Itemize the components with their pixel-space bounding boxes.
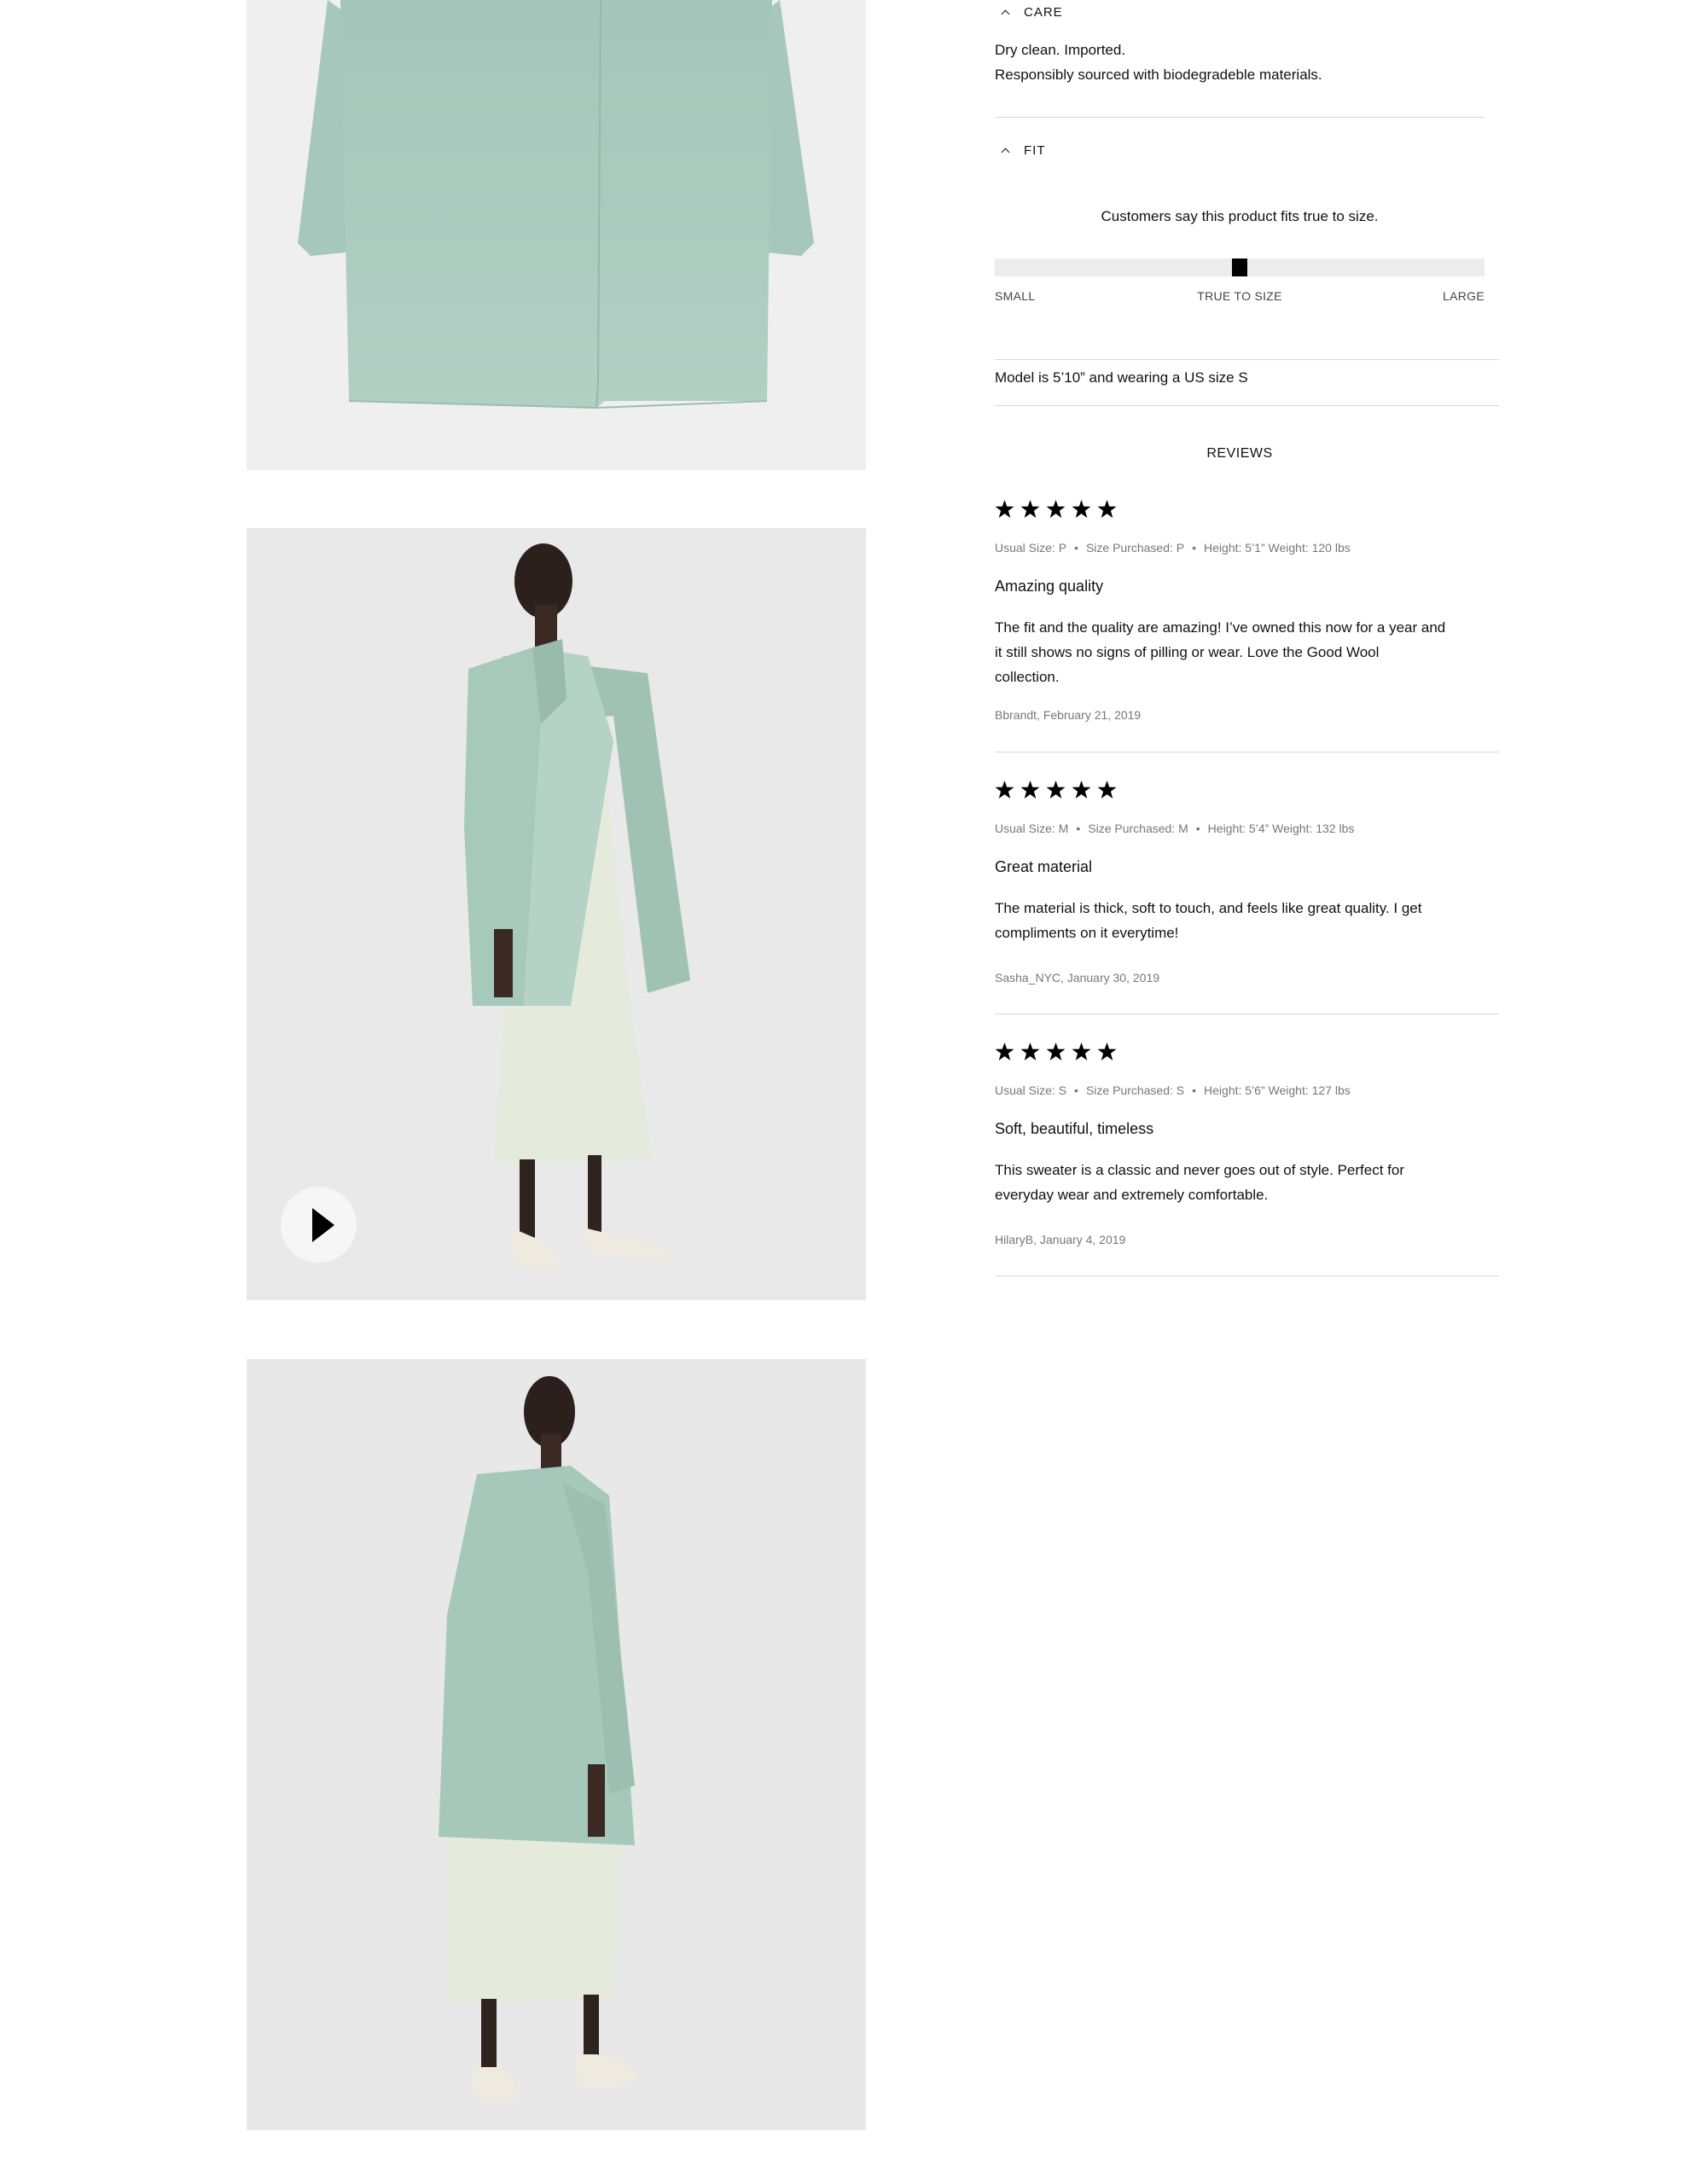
- fit-label-small: SMALL: [995, 289, 1036, 303]
- review-title: Great material: [995, 858, 1093, 875]
- review-title: Soft, beautiful, timeless: [995, 1120, 1154, 1137]
- fit-scale-track: [995, 258, 1485, 276]
- review-item: Usual Size: M • Size Purchased: M • Height: …: [995, 781, 1499, 985]
- divider: [995, 117, 1485, 118]
- reviews-heading: REVIEWS: [1206, 446, 1273, 461]
- size-purchased: Size Purchased: M: [1088, 822, 1188, 835]
- height-weight: Height: 5’1” Weight: 120 lbs: [1204, 541, 1351, 555]
- review-title: Amazing quality: [995, 578, 1104, 595]
- star-icon: [1020, 500, 1040, 518]
- star-rating: [995, 781, 1499, 799]
- model-size-note: Model is 5’10” and wearing a US size S: [995, 369, 1248, 386]
- star-icon: [1072, 781, 1091, 799]
- care-details: Dry clean. Imported. Responsibly sourced…: [995, 38, 1322, 87]
- care-line: Responsibly sourced with biodegradeble m…: [995, 67, 1322, 83]
- divider: [995, 1275, 1499, 1276]
- divider: [995, 405, 1499, 406]
- separator-dot: •: [1076, 822, 1081, 835]
- fit-label-true-to-size: TRUE TO SIZE: [1197, 289, 1282, 303]
- star-rating: [995, 1043, 1499, 1061]
- star-icon: [995, 1043, 1014, 1060]
- star-rating: [995, 500, 1499, 519]
- fit-scale-indicator: [1232, 258, 1247, 276]
- fit-label-large: LARGE: [1443, 289, 1485, 303]
- separator-dot: •: [1192, 541, 1197, 555]
- review-meta: Usual Size: M • Size Purchased: M • Height: …: [995, 822, 1354, 835]
- usual-size: Usual Size: S: [995, 1083, 1067, 1097]
- chevron-up-icon: [1002, 147, 1010, 155]
- chevron-up-icon: [1002, 9, 1010, 17]
- review-item: Usual Size: S • Size Purchased: S • Height: …: [995, 1043, 1499, 1246]
- star-icon: [1097, 500, 1117, 518]
- star-icon: [1072, 500, 1091, 518]
- star-icon: [1097, 781, 1117, 799]
- size-purchased: Size Purchased: S: [1085, 1083, 1185, 1097]
- review-body: This sweater is a classic and never goes…: [995, 1162, 1404, 1203]
- usual-size: Usual Size: M: [995, 822, 1069, 835]
- play-video-button[interactable]: [281, 1187, 357, 1263]
- separator-dot: •: [1195, 822, 1200, 835]
- star-icon: [1020, 1043, 1040, 1060]
- height-weight: Height: 5’4” Weight: 132 lbs: [1207, 822, 1355, 835]
- divider: [995, 359, 1499, 360]
- review-body: The material is thick, soft to touch, an…: [995, 900, 1422, 941]
- star-icon: [1046, 1043, 1066, 1060]
- star-icon: [1097, 1043, 1117, 1060]
- size-purchased: Size Purchased: P: [1085, 541, 1185, 555]
- review-meta: Usual Size: S • Size Purchased: S • Height: …: [995, 1083, 1351, 1097]
- review-author-date: Sasha_NYC, January 30, 2019: [995, 971, 1160, 985]
- star-icon: [995, 500, 1014, 518]
- model-back-illustration: [439, 1376, 639, 2101]
- play-icon: [312, 1208, 334, 1242]
- care-line: Dry clean. Imported.: [995, 42, 1126, 58]
- star-icon: [1020, 781, 1040, 799]
- review-item: Usual Size: P • Size Purchased: P • Height: …: [995, 500, 1499, 722]
- star-icon: [995, 781, 1014, 799]
- fit-summary: Customers say this product fits true to …: [1101, 208, 1379, 224]
- star-icon: [1072, 1043, 1091, 1060]
- fit-accordion-header[interactable]: FIT: [995, 143, 1046, 158]
- coat-front-illustration: [298, 0, 814, 410]
- star-icon: [1046, 781, 1066, 799]
- height-weight: Height: 5’6” Weight: 127 lbs: [1204, 1083, 1351, 1097]
- product-image-model-back[interactable]: [247, 1359, 866, 2130]
- usual-size: Usual Size: P: [995, 541, 1067, 555]
- separator-dot: •: [1074, 541, 1078, 555]
- separator-dot: •: [1192, 1083, 1197, 1097]
- product-image-model-side[interactable]: [247, 528, 866, 1300]
- fit-heading: FIT: [1024, 143, 1046, 158]
- care-accordion-header[interactable]: CARE: [995, 5, 1063, 20]
- product-image-coat-front[interactable]: [247, 0, 866, 470]
- review-body: The fit and the quality are amazing! I’v…: [995, 619, 1446, 685]
- model-side-illustration: [464, 543, 690, 1270]
- review-meta: Usual Size: P • Size Purchased: P • Height: …: [995, 541, 1351, 555]
- care-heading: CARE: [1024, 5, 1063, 20]
- review-author-date: HilaryB, January 4, 2019: [995, 1233, 1126, 1246]
- review-author-date: Bbrandt, February 21, 2019: [995, 708, 1142, 722]
- separator-dot: •: [1074, 1083, 1078, 1097]
- star-icon: [1046, 500, 1066, 518]
